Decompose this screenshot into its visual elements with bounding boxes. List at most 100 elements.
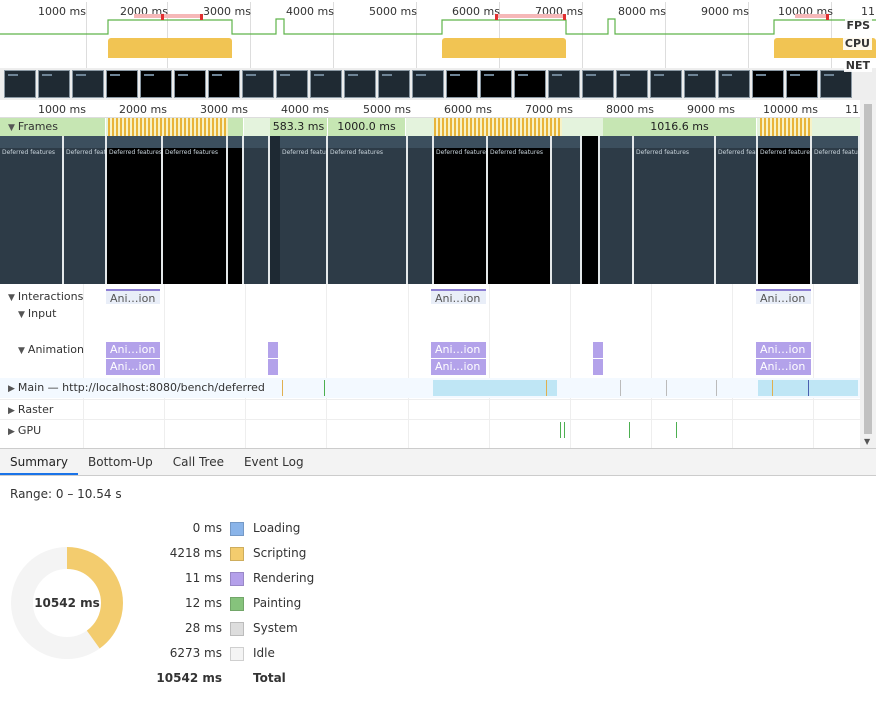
animation-event[interactable]: Ani…ion — [106, 342, 160, 358]
task-marker[interactable] — [282, 380, 283, 396]
filmstrip-thumbnail[interactable] — [310, 70, 342, 98]
task-marker[interactable] — [666, 380, 667, 396]
frame-segment[interactable]: 1016.6 ms — [603, 118, 757, 136]
frames-screenshots[interactable]: Deferred features Deferred features Defe… — [0, 136, 860, 284]
frame-screenshot[interactable] — [582, 136, 600, 284]
flame-chart-scrollbar[interactable]: ▼ — [860, 100, 876, 448]
filmstrip-thumbnail[interactable] — [38, 70, 70, 98]
filmstrip-thumbnail[interactable] — [684, 70, 716, 98]
filmstrip-thumbnail[interactable] — [752, 70, 784, 98]
interaction-event[interactable]: Ani…ion — [431, 289, 486, 304]
filmstrip-thumbnail[interactable] — [548, 70, 580, 98]
expand-arrow-icon[interactable]: ▼ — [18, 310, 25, 320]
scrollbar-thumb[interactable] — [864, 104, 872, 434]
animation-event[interactable]: Ani…ion — [756, 342, 811, 358]
expand-arrow-icon[interactable]: ▼ — [18, 346, 25, 356]
filmstrip-thumbnail[interactable] — [4, 70, 36, 98]
expand-arrow-icon[interactable]: ▶ — [8, 406, 15, 416]
animation-event[interactable]: Ani…ion — [431, 342, 486, 358]
filmstrip-thumbnail[interactable] — [650, 70, 682, 98]
interactions-track-label[interactable]: ▼ Interactions — [8, 290, 83, 303]
filmstrip-thumbnail[interactable] — [514, 70, 546, 98]
frame-screenshot[interactable] — [244, 136, 270, 284]
interaction-event[interactable]: Ani…ion — [756, 289, 811, 304]
screenshot-filmstrip[interactable] — [0, 68, 876, 100]
tab-event-log[interactable]: Event Log — [234, 449, 314, 475]
filmstrip-thumbnail[interactable] — [378, 70, 410, 98]
frame-screenshot[interactable]: Deferred features — [812, 136, 860, 284]
filmstrip-thumbnail[interactable] — [174, 70, 206, 98]
tab-call-tree[interactable]: Call Tree — [163, 449, 234, 475]
filmstrip-thumbnail[interactable] — [106, 70, 138, 98]
tab-summary[interactable]: Summary — [0, 449, 78, 475]
frame-segment[interactable]: 1000.0 ms — [328, 118, 406, 136]
expand-arrow-icon[interactable]: ▼ — [8, 293, 15, 303]
frame-screenshot[interactable]: Deferred features — [0, 136, 64, 284]
frame-screenshot[interactable]: Deferred features — [107, 136, 163, 284]
frame-screenshot[interactable]: Deferred features — [634, 136, 716, 284]
frame-screenshot[interactable] — [552, 136, 582, 284]
expand-arrow-icon[interactable]: ▼ — [8, 123, 15, 133]
animation-event[interactable] — [268, 359, 278, 375]
frame-jank-region[interactable] — [108, 118, 228, 136]
frame-screenshot[interactable] — [228, 136, 244, 284]
task-marker[interactable] — [716, 380, 717, 396]
animation-event[interactable] — [593, 359, 603, 375]
animation-event[interactable] — [593, 342, 603, 358]
frame-screenshot[interactable]: Deferred features — [488, 136, 552, 284]
main-track-label[interactable]: ▶ Main — http://localhost:8080/bench/defe… — [8, 381, 265, 394]
gpu-track-label[interactable]: ▶ GPU — [8, 424, 41, 437]
raster-track-label[interactable]: ▶ Raster — [8, 403, 53, 416]
frame-screenshot[interactable]: Deferred features — [716, 136, 758, 284]
flame-chart[interactable]: 583.3 ms 1000.0 ms 1016.6 ms ▼ Frames Def… — [0, 118, 860, 448]
gpu-task-marker[interactable] — [629, 422, 630, 438]
filmstrip-thumbnail[interactable] — [242, 70, 274, 98]
filmstrip-thumbnail[interactable] — [412, 70, 444, 98]
frame-segment[interactable]: 583.3 ms — [270, 118, 328, 136]
scroll-down-icon[interactable]: ▼ — [864, 437, 870, 446]
main-task-block[interactable] — [433, 380, 557, 396]
filmstrip-thumbnail[interactable] — [820, 70, 852, 98]
frame-screenshot[interactable]: Deferred features — [64, 136, 107, 284]
frame-screenshot[interactable]: Deferred features — [434, 136, 488, 284]
animation-event[interactable]: Ani…ion — [431, 359, 486, 375]
filmstrip-thumbnail[interactable] — [786, 70, 818, 98]
frame-jank-region[interactable] — [434, 118, 562, 136]
gpu-task-marker[interactable] — [676, 422, 677, 438]
frame-jank-region[interactable] — [760, 118, 812, 136]
filmstrip-thumbnail[interactable] — [616, 70, 648, 98]
tab-bottom-up[interactable]: Bottom-Up — [78, 449, 163, 475]
task-marker[interactable] — [772, 380, 773, 396]
filmstrip-thumbnail[interactable] — [446, 70, 478, 98]
filmstrip-thumbnail[interactable] — [140, 70, 172, 98]
frame-screenshot[interactable] — [408, 136, 434, 284]
filmstrip-thumbnail[interactable] — [344, 70, 376, 98]
frame-screenshot[interactable]: Deferred features — [163, 136, 228, 284]
task-marker[interactable] — [546, 380, 547, 396]
interaction-event[interactable]: Ani…ion — [106, 289, 160, 304]
animation-event[interactable]: Ani…ion — [106, 359, 160, 375]
frame-screenshot[interactable]: Deferred features — [758, 136, 812, 284]
expand-arrow-icon[interactable]: ▶ — [8, 427, 15, 437]
animation-event[interactable] — [268, 342, 278, 358]
filmstrip-thumbnail[interactable] — [72, 70, 104, 98]
animation-event[interactable]: Ani…ion — [756, 359, 811, 375]
frame-screenshot[interactable]: Deferred features — [280, 136, 328, 284]
filmstrip-thumbnail[interactable] — [480, 70, 512, 98]
filmstrip-thumbnail[interactable] — [208, 70, 240, 98]
expand-arrow-icon[interactable]: ▶ — [8, 384, 15, 394]
frame-segment[interactable] — [228, 118, 244, 136]
frames-track[interactable]: 583.3 ms 1000.0 ms 1016.6 ms — [0, 118, 860, 136]
task-marker[interactable] — [324, 380, 325, 396]
gpu-task-marker[interactable] — [560, 422, 561, 438]
frame-screenshot[interactable]: Deferred features — [328, 136, 408, 284]
task-marker[interactable] — [620, 380, 621, 396]
task-marker[interactable] — [808, 380, 809, 396]
filmstrip-thumbnail[interactable] — [718, 70, 750, 98]
timeline-overview[interactable]: 1000 ms 2000 ms 3000 ms 4000 ms 5000 ms … — [0, 0, 876, 100]
filmstrip-thumbnail[interactable] — [276, 70, 308, 98]
animation-track-label[interactable]: ▼ Animation — [18, 343, 84, 356]
frames-track-label[interactable]: ▼ Frames — [8, 120, 58, 133]
frame-screenshot[interactable] — [600, 136, 634, 284]
input-track-label[interactable]: ▼ Input — [18, 307, 56, 320]
